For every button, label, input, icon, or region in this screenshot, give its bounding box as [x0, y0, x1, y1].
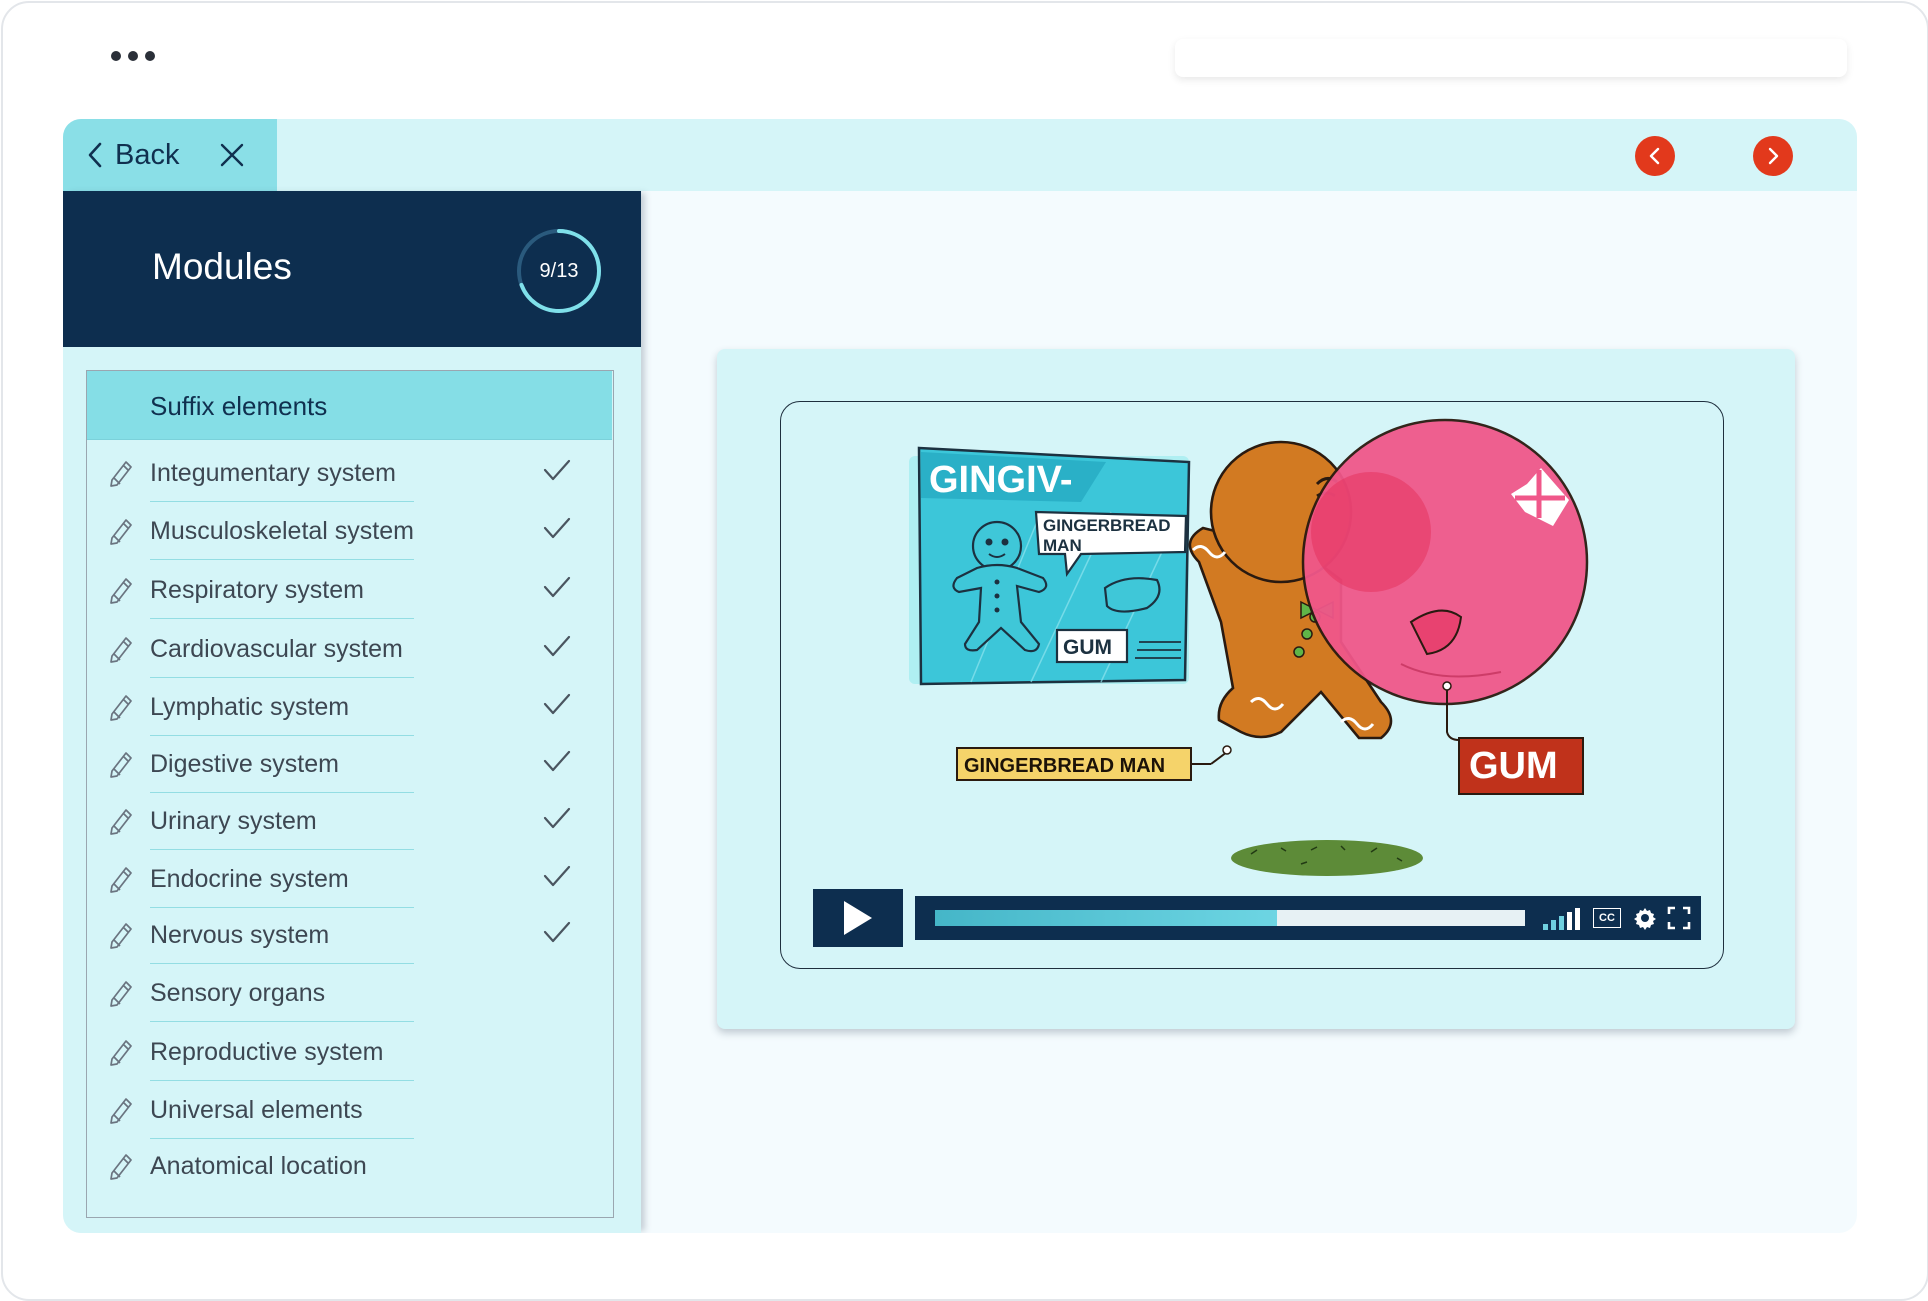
module-list: Suffix elements Integumentary system Musc…: [86, 370, 614, 1218]
module-item-label: Cardiovascular system: [150, 635, 403, 663]
check-icon: [543, 517, 571, 539]
module-item[interactable]: Nervous system: [87, 906, 612, 964]
more-options-icon[interactable]: [111, 51, 155, 61]
check-icon: [543, 635, 571, 657]
module-item-label: Integumentary system: [150, 459, 396, 487]
pencil-icon: [110, 695, 132, 721]
module-item-label: Nervous system: [150, 921, 330, 949]
check-icon: [543, 807, 571, 829]
module-item[interactable]: Musculoskeletal system: [87, 502, 612, 560]
section-header-label: Suffix elements: [150, 391, 328, 421]
module-item-label: Endocrine system: [150, 865, 349, 893]
previous-button[interactable]: [1635, 136, 1675, 176]
pencil-icon: [110, 578, 132, 604]
play-button[interactable]: [813, 889, 903, 947]
check-icon: [543, 693, 571, 715]
check-icon: [543, 921, 571, 943]
module-item[interactable]: Urinary system: [87, 792, 612, 850]
pencil-icon: [110, 519, 132, 545]
module-item-label: Respiratory system: [150, 576, 364, 604]
back-label: Back: [115, 138, 180, 171]
modules-sidebar: Modules 9/13 Suffix elements Integumenta…: [63, 191, 641, 1233]
section-header[interactable]: Suffix elements: [87, 371, 612, 440]
module-item-label: Musculoskeletal system: [150, 517, 414, 545]
modules-header: Modules 9/13: [63, 191, 641, 347]
back-tab: Back: [63, 119, 277, 191]
back-button[interactable]: Back: [87, 139, 179, 172]
cc-label: CC: [1599, 912, 1615, 924]
module-item[interactable]: Anatomical location: [87, 1137, 612, 1195]
pencil-icon: [110, 809, 132, 835]
pencil-icon: [110, 461, 132, 487]
module-item-label: Digestive system: [150, 750, 339, 778]
modules-title: Modules: [152, 246, 292, 287]
pencil-icon: [110, 981, 132, 1007]
gear-icon[interactable]: [1633, 906, 1657, 930]
card-tag: GUM: [1063, 636, 1112, 659]
course-player-app: Back Modules 9/13 Suffix elements Integu…: [63, 119, 1857, 1233]
module-item[interactable]: Endocrine system: [87, 850, 612, 908]
check-icon: [543, 459, 571, 481]
top-search-field[interactable]: [1175, 39, 1847, 77]
chevron-left-icon: [88, 142, 102, 168]
pencil-icon: [110, 923, 132, 949]
module-item-label: Anatomical location: [150, 1152, 367, 1180]
module-progress-label: 9/13: [539, 259, 579, 282]
video-illustration: GINGIV- GINGERBREAD MAN GUM GINGERBREAD …: [909, 418, 1589, 876]
check-icon: [543, 750, 571, 772]
module-item-label: Lymphatic system: [150, 693, 350, 721]
check-icon: [543, 865, 571, 887]
close-button[interactable]: [219, 142, 245, 168]
cc-icon[interactable]: CC: [1593, 908, 1621, 928]
pencil-icon: [110, 752, 132, 778]
chevron-right-icon: [1768, 147, 1779, 165]
module-item-label: Universal elements: [150, 1096, 363, 1124]
pencil-icon: [110, 1098, 132, 1124]
module-item-label: Sensory organs: [150, 979, 326, 1007]
chevron-left-icon: [1649, 147, 1660, 165]
video-card: GINGIV- GINGERBREAD MAN GUM GINGERBREAD …: [717, 349, 1795, 1029]
check-icon: [543, 576, 571, 598]
module-item[interactable]: Universal elements: [87, 1081, 612, 1139]
pencil-icon: [110, 1154, 132, 1180]
pencil-icon: [110, 1040, 132, 1066]
module-item-label: Reproductive system: [150, 1038, 384, 1066]
module-item[interactable]: Cardiovascular system: [87, 620, 612, 678]
module-item[interactable]: Respiratory system: [87, 561, 612, 619]
module-item[interactable]: Digestive system: [87, 735, 612, 793]
item-divider: [150, 558, 414, 560]
item-divider: [150, 1020, 414, 1022]
item-divider: [150, 617, 414, 619]
close-icon: [221, 143, 244, 167]
module-item[interactable]: Sensory organs: [87, 964, 612, 1022]
illustration-label-right: GUM: [1469, 745, 1558, 787]
fullscreen-icon[interactable]: [1667, 906, 1691, 930]
card-title: GINGIV-: [929, 459, 1073, 501]
illustration-label-left: GINGERBREAD MAN: [964, 755, 1165, 777]
app-header: Back: [63, 119, 1857, 191]
pencil-icon: [110, 867, 132, 893]
module-progress-ring: 9/13: [515, 227, 603, 315]
next-button[interactable]: [1753, 136, 1793, 176]
video-progress-fill: [935, 910, 1278, 926]
player-controls: CC: [915, 896, 1701, 940]
video-player[interactable]: GINGIV- GINGERBREAD MAN GUM GINGERBREAD …: [780, 401, 1724, 969]
pencil-icon: [110, 637, 132, 663]
video-progress-bar[interactable]: [935, 910, 1525, 926]
module-item-label: Urinary system: [150, 807, 317, 835]
volume-bars-icon[interactable]: [1541, 906, 1583, 930]
play-icon: [844, 901, 872, 935]
module-item[interactable]: Integumentary system: [87, 444, 612, 502]
module-item[interactable]: Reproductive system: [87, 1023, 612, 1081]
window-frame: Back Modules 9/13 Suffix elements Integu…: [1, 1, 1928, 1301]
module-item[interactable]: Lymphatic system: [87, 678, 612, 736]
